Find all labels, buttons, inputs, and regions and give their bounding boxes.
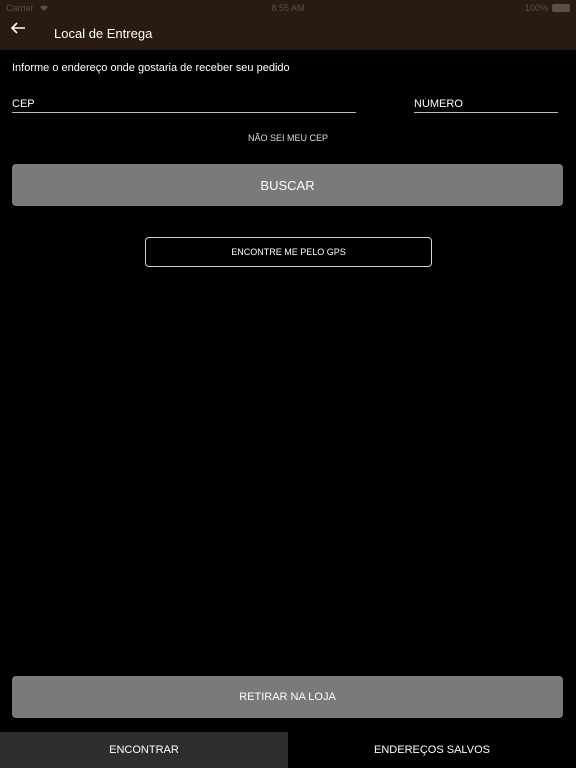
tab-encontrar[interactable]: ENCONTRAR (0, 732, 288, 768)
gps-button[interactable]: ENCONTRE ME PELO GPS (145, 237, 432, 267)
status-bar: Carrier 8:55 AM 100% (0, 0, 576, 16)
cep-field[interactable] (12, 94, 356, 113)
tab-bar: ENCONTRAR ENDEREÇOS SALVOS (0, 732, 576, 768)
page-title: Local de Entrega (54, 26, 153, 41)
battery-percent: 100% (524, 3, 548, 13)
cep-input[interactable] (12, 95, 356, 113)
navigation-bar: Local de Entrega (0, 16, 576, 50)
search-button[interactable]: BUSCAR (12, 164, 563, 206)
numero-input[interactable] (414, 95, 558, 113)
intro-text: Informe o endereço onde gostaria de rece… (12, 62, 290, 74)
numero-field[interactable] (414, 94, 558, 113)
battery-icon (552, 4, 570, 12)
pickup-in-store-button[interactable]: RETIRAR NA LOJA (12, 676, 563, 718)
tab-enderecos-salvos[interactable]: ENDEREÇOS SALVOS (288, 732, 576, 768)
no-cep-link[interactable]: NÃO SEI MEU CEP (0, 133, 576, 143)
status-time: 8:55 AM (271, 3, 305, 13)
arrow-left-icon[interactable] (10, 21, 26, 40)
